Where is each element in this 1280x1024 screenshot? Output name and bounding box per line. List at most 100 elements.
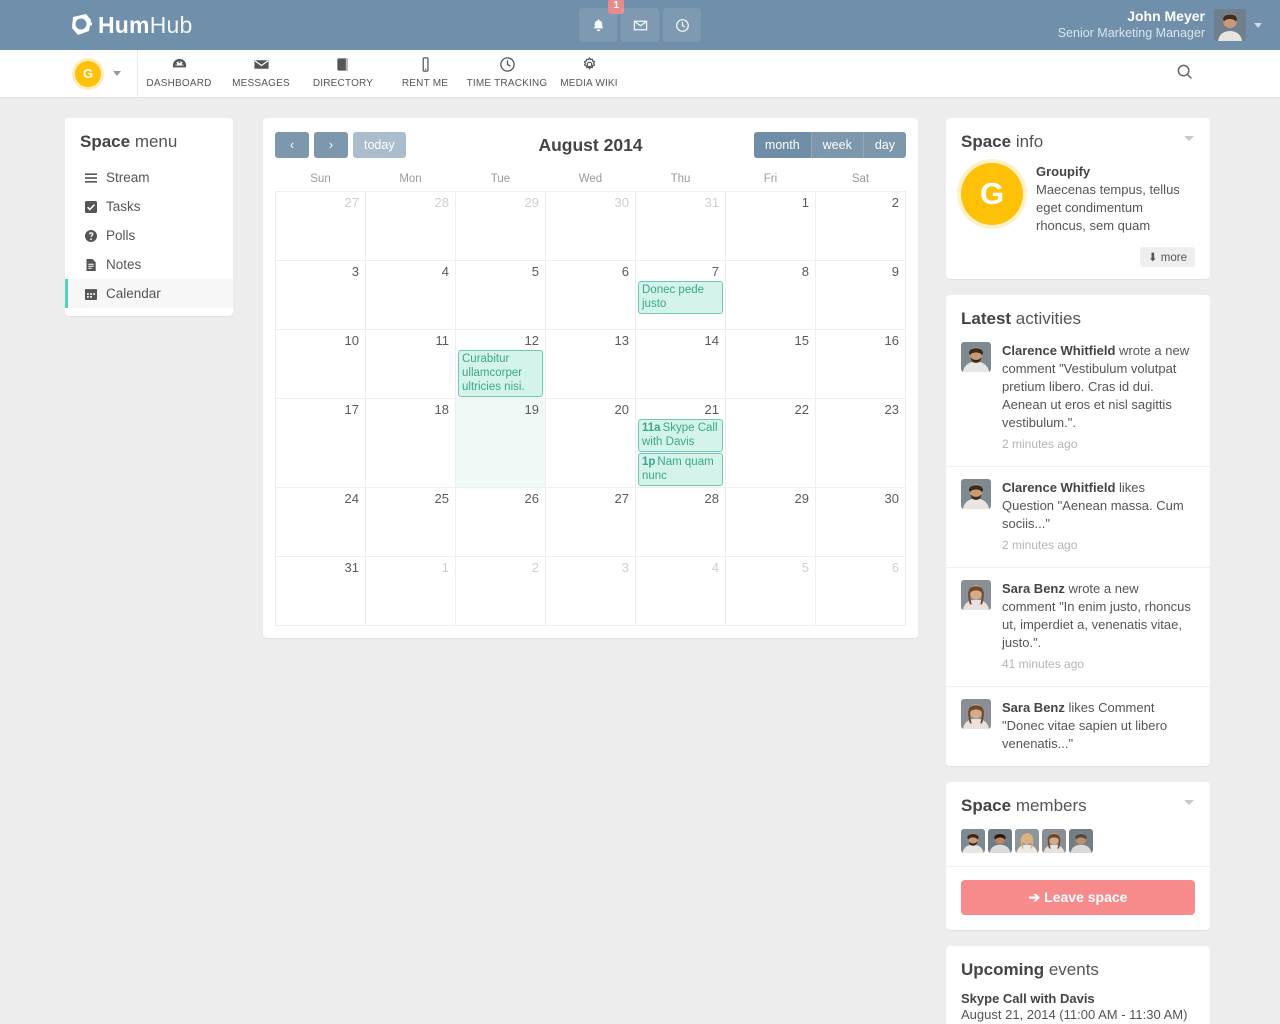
activity-user[interactable]: Sara Benz [1002,581,1065,596]
calendar-day-cell[interactable]: 30 [815,487,906,557]
calendar-day-cell[interactable]: 5 [725,556,816,626]
nav-item-messages[interactable]: MESSAGES [220,50,302,89]
view-day-button[interactable]: day [862,132,906,158]
calendar-day-cell[interactable]: 13 [545,329,636,399]
calendar-day-cell[interactable]: 30 [545,191,636,261]
calendar-day-cell[interactable]: 18 [365,398,456,488]
calendar-day-cell[interactable]: 25 [365,487,456,557]
activity-user[interactable]: Clarence Whitfield [1002,343,1115,358]
calendar-day-cell[interactable]: 19 [455,398,546,488]
space-avatar[interactable]: G [75,60,101,87]
nav-item-time-tracking[interactable]: TIME TRACKING [466,50,548,89]
calendar-event[interactable]: 11a Skype Call with Davis [638,419,723,452]
calendar-day-cell[interactable]: 4 [635,556,726,626]
calendar-day-cell[interactable]: 1 [725,191,816,261]
view-month-button[interactable]: month [753,132,811,158]
avatar[interactable] [961,699,991,729]
calendar-day-cell[interactable]: 2 [815,191,906,261]
space-name[interactable]: Groupify [1036,163,1195,181]
calendar-day-cell[interactable]: 9 [815,260,906,330]
leave-space-button[interactable]: ➔ Leave space [961,880,1195,915]
calendar-day-cell[interactable]: 4 [365,260,456,330]
avatar[interactable] [961,580,991,610]
calendar-day-cell[interactable]: 27 [545,487,636,557]
calendar-event[interactable]: 1p Nam quam nunc [638,453,723,486]
calendar-event[interactable]: Curabitur ullamcorper ultricies nisi. [458,350,543,397]
chevron-down-icon[interactable] [1254,22,1262,28]
calendar-day-cell[interactable]: 23 [815,398,906,488]
calendar-day-cell[interactable]: 27 [275,191,366,261]
calendar-day-cell[interactable]: 29 [725,487,816,557]
nav-item-rent-me[interactable]: RENT ME [384,50,466,89]
today-button[interactable]: today [353,132,406,158]
calendar-day-cell[interactable]: 22 [725,398,816,488]
user-menu[interactable]: John Meyer Senior Marketing Manager [1058,0,1262,50]
prev-month-button[interactable]: ‹ [275,132,309,158]
nav-item-directory[interactable]: DIRECTORY [302,50,384,89]
calendar-day-cell[interactable]: 17 [275,398,366,488]
calendar-day-cell[interactable]: 6 [815,556,906,626]
activity-item[interactable]: Sara Benz wrote a new comment "In enim j… [946,567,1210,686]
member-avatar[interactable] [961,829,985,853]
user-avatar[interactable] [1214,9,1246,41]
humhub-logo[interactable]: HumHub [70,0,193,50]
calendar-day-cell[interactable]: 12 Curabitur ullamcorper ultricies nisi. [455,329,546,399]
member-avatar[interactable] [988,829,1012,853]
nav-item-dashboard[interactable]: DASHBOARD [138,50,220,89]
messages-icon[interactable] [621,8,659,42]
next-month-button[interactable]: › [314,132,348,158]
sidebar-item-stream[interactable]: Stream [65,163,233,192]
avatar[interactable] [961,479,991,509]
calendar-day-cell[interactable]: 15 [725,329,816,399]
clock-icon[interactable] [663,8,701,42]
calendar-day-cell[interactable]: 3 [545,556,636,626]
calendar-day-cell[interactable]: 1 [365,556,456,626]
more-button[interactable]: ⬇ more [1139,247,1195,267]
calendar-day-cell[interactable]: 21 11a Skype Call with Davis 1p Nam quam nun… [635,398,726,488]
chevron-down-icon[interactable] [1184,800,1194,805]
calendar-day-cell[interactable]: 31 [275,556,366,626]
sidebar-item-polls[interactable]: Polls [65,221,233,250]
sidebar-item-calendar[interactable]: Calendar [65,279,233,308]
calendar-day-cell[interactable]: 5 [455,260,546,330]
calendar-day-cell[interactable]: 6 [545,260,636,330]
activity-item[interactable]: Clarence Whitfield likes Question "Aenea… [946,466,1210,567]
calendar-day-cell[interactable]: 2 [455,556,546,626]
calendar-event[interactable]: Donec pede justo [638,281,723,314]
member-avatar[interactable] [1015,829,1039,853]
chevron-down-icon[interactable] [1184,136,1194,141]
calendar-day-cell[interactable]: 14 [635,329,726,399]
activity-user[interactable]: Clarence Whitfield [1002,480,1115,495]
calendar-day-cell[interactable]: 24 [275,487,366,557]
nav-item-media-wiki[interactable]: MEDIA WIKI [548,50,630,89]
calendar-day-cell[interactable]: 16 [815,329,906,399]
calendar-day-cell[interactable]: 28 [365,191,456,261]
calendar-day-cell[interactable]: 28 [635,487,726,557]
view-week-button[interactable]: week [810,132,863,158]
upcoming-event-title[interactable]: Skype Call with Davis [961,991,1195,1006]
member-avatar[interactable] [1042,829,1066,853]
activity-item[interactable]: Sara Benz likes Comment "Donec vitae sap… [946,686,1210,766]
calendar-day-cell[interactable]: 20 [545,398,636,488]
calendar-day-cell[interactable]: 26 [455,487,546,557]
activity-item[interactable]: Clarence Whitfield wrote a new comment "… [946,340,1210,466]
sidebar-item-notes[interactable]: Notes [65,250,233,279]
calendar-day-cell[interactable]: 3 [275,260,366,330]
space-logo-avatar[interactable]: G [961,163,1023,225]
search-icon[interactable] [1176,63,1194,84]
chevron-down-icon[interactable] [113,71,121,76]
member-avatar[interactable] [1069,829,1093,853]
activity-user[interactable]: Sara Benz [1002,700,1065,715]
calendar-day-cell[interactable]: 29 [455,191,546,261]
calendar-day-cell[interactable]: 7 Donec pede justo [635,260,726,330]
calendar-day-cell[interactable]: 10 [275,329,366,399]
calendar-day-cell[interactable]: 8 [725,260,816,330]
sidebar-item-tasks[interactable]: Tasks [65,192,233,221]
notifications-icon[interactable]: 1 [579,0,624,42]
sidebar-item-label: Calendar [106,286,161,301]
space-switcher[interactable]: G [75,49,138,98]
calendar-day-cell[interactable]: 31 [635,191,726,261]
calendar-day-cell[interactable]: 11 [365,329,456,399]
avatar[interactable] [961,342,991,372]
calendar-day-number: 6 [891,560,899,575]
